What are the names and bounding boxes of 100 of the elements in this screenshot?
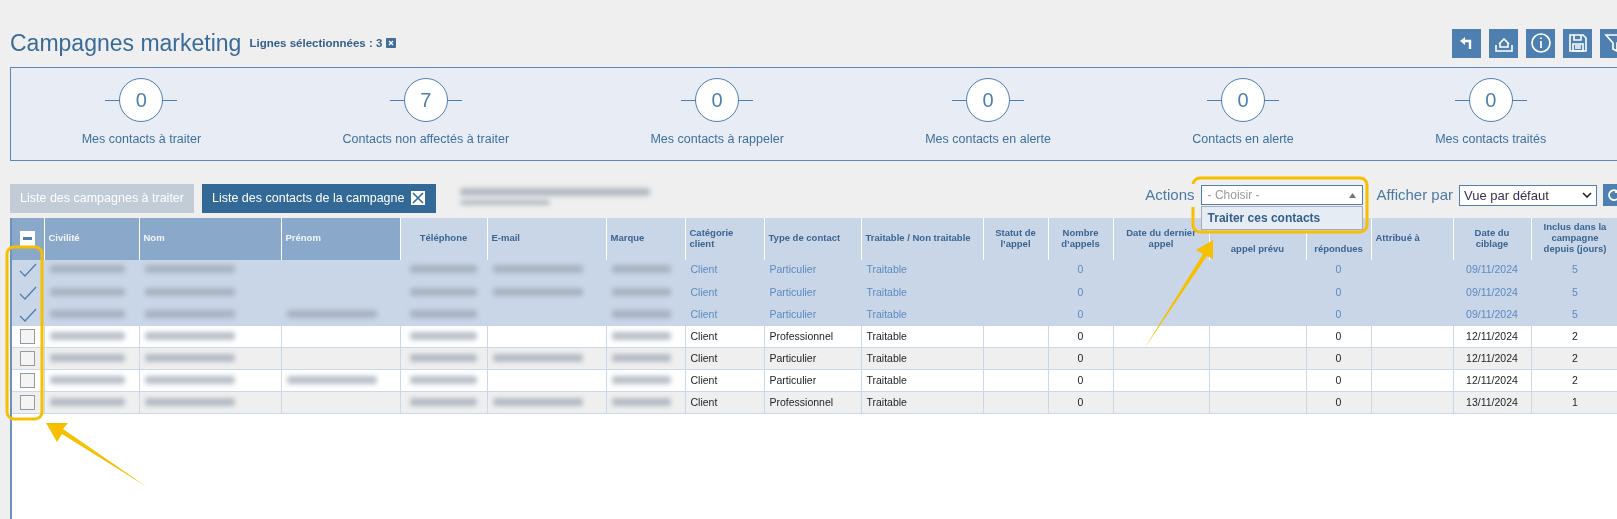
selection-count: Lignes sélectionnées : 3 bbox=[249, 35, 383, 51]
row-checkbox[interactable] bbox=[20, 373, 36, 388]
table-cell: Traitable bbox=[866, 395, 907, 408]
table-cell: Client bbox=[690, 351, 718, 364]
table-cell: Professionnel bbox=[769, 395, 834, 408]
view-select[interactable]: Vue par défaut bbox=[1459, 184, 1597, 206]
counter-badge: 0 bbox=[119, 78, 164, 123]
table-cell: 0 bbox=[1077, 307, 1084, 320]
table-cell: Client bbox=[690, 373, 718, 386]
table-cell: 0 bbox=[1335, 263, 1342, 276]
column-header: Type de contact bbox=[764, 217, 861, 260]
counter-badge: 7 bbox=[403, 78, 448, 123]
counter-badge: 0 bbox=[695, 78, 740, 123]
table-cell: 2 bbox=[1572, 351, 1578, 364]
column-header: Prénom bbox=[281, 217, 400, 260]
table-cell: Particulier bbox=[769, 373, 817, 386]
counter-label: Mes contacts à traiter bbox=[81, 131, 202, 149]
table-cell: Traitable bbox=[866, 285, 907, 298]
table-cell: 09/11/2024 bbox=[1466, 263, 1518, 276]
counter-badge: 0 bbox=[1221, 78, 1266, 123]
counter-label: Contacts non affectés à traiter bbox=[342, 131, 510, 149]
table-cell: 09/11/2024 bbox=[1466, 285, 1518, 298]
column-header: Attribué à bbox=[1371, 217, 1453, 260]
export-button[interactable] bbox=[1489, 28, 1518, 58]
table-cell: 0 bbox=[1335, 395, 1342, 408]
table-cell: Client bbox=[690, 395, 718, 408]
table-cell: Client bbox=[690, 307, 718, 320]
checkmark-icon[interactable] bbox=[18, 307, 37, 322]
dropdown-option[interactable]: Traiter ces contacts bbox=[1201, 207, 1362, 230]
table-cell: 12/11/2024 bbox=[1466, 329, 1518, 342]
table-cell: Client bbox=[690, 263, 718, 276]
chevron-icon bbox=[1582, 192, 1592, 199]
counter-badge: 0 bbox=[1468, 78, 1513, 123]
caret-icon bbox=[1348, 192, 1356, 198]
table-cell: 0 bbox=[1077, 395, 1084, 408]
save-icon bbox=[1567, 33, 1588, 54]
table-cell: 0 bbox=[1077, 263, 1084, 276]
info-icon bbox=[1529, 32, 1552, 55]
table-cell: 13/11/2024 bbox=[1466, 395, 1518, 408]
column-header: Catégorie client bbox=[685, 217, 764, 260]
column-header: Date du dernier appel bbox=[1113, 217, 1209, 260]
table-cell: 0 bbox=[1077, 373, 1084, 386]
page-title: Campagnes marketing bbox=[10, 29, 242, 58]
column-header: Traitable / Non traitable bbox=[861, 217, 983, 260]
table-cell: 0 bbox=[1077, 351, 1084, 364]
tab[interactable]: Liste des contacts de la campagne bbox=[202, 183, 437, 213]
table-cell: Traitable bbox=[866, 373, 907, 386]
column-header: Nombre d’appels bbox=[1048, 217, 1113, 260]
counter-label: Contacts en alerte bbox=[1192, 131, 1294, 149]
actions-dropdown[interactable]: - Choisir - bbox=[1200, 185, 1363, 206]
checkmark-icon[interactable] bbox=[18, 263, 37, 278]
counter-label: Mes contacts en alerte bbox=[925, 131, 1051, 149]
close-icon[interactable] bbox=[410, 190, 427, 206]
save-button[interactable] bbox=[1563, 28, 1592, 58]
row-checkbox[interactable] bbox=[20, 329, 36, 344]
column-header: Statut de l’appel bbox=[983, 217, 1048, 260]
checkmark-icon[interactable] bbox=[18, 285, 37, 300]
refresh-icon bbox=[1607, 188, 1617, 203]
column-header: Date du ciblage bbox=[1453, 217, 1531, 260]
table-cell: Professionnel bbox=[769, 329, 834, 342]
table-cell: Traitable bbox=[866, 263, 907, 276]
table-cell: 5 bbox=[1572, 263, 1578, 276]
table-cell: 0 bbox=[1077, 329, 1084, 342]
table-cell: 0 bbox=[1335, 307, 1342, 320]
table-cell: 0 bbox=[1077, 285, 1084, 298]
table-cell: 5 bbox=[1572, 285, 1578, 298]
counter-label: Mes contacts traités bbox=[1435, 131, 1547, 149]
table-cell: 09/11/2024 bbox=[1466, 307, 1518, 320]
column-header: E-mail bbox=[487, 217, 606, 260]
table-cell: Particulier bbox=[769, 285, 817, 298]
table-cell: Client bbox=[690, 329, 718, 342]
column-header: Nom bbox=[139, 217, 281, 260]
table-cell: 12/11/2024 bbox=[1466, 351, 1518, 364]
clear-selection-icon[interactable] bbox=[386, 38, 397, 49]
table-cell: Traitable bbox=[866, 329, 907, 342]
table-cell: Traitable bbox=[866, 307, 907, 320]
actions-label: Actions bbox=[1145, 184, 1195, 207]
select-all-checkbox[interactable] bbox=[20, 231, 36, 246]
table-cell: 0 bbox=[1335, 373, 1342, 386]
table-cell: 0 bbox=[1335, 285, 1342, 298]
table-cell: 0 bbox=[1335, 329, 1342, 342]
table-cell: 0 bbox=[1335, 351, 1342, 364]
table-cell: 5 bbox=[1572, 307, 1578, 320]
column-header: Inclus dans la campagne depuis (jours) bbox=[1531, 217, 1617, 260]
table-cell: Client bbox=[690, 285, 718, 298]
row-checkbox[interactable] bbox=[20, 395, 36, 410]
info-button[interactable] bbox=[1526, 28, 1555, 58]
counter-badge: 0 bbox=[966, 78, 1011, 123]
row-checkbox[interactable] bbox=[20, 351, 36, 366]
table-cell: Particulier bbox=[769, 263, 817, 276]
table-cell: Traitable bbox=[866, 351, 907, 364]
column-header: Marque bbox=[606, 217, 685, 260]
column-header: Civilité bbox=[44, 217, 139, 260]
counter-label: Mes contacts à rappeler bbox=[650, 131, 784, 149]
table-cell: 2 bbox=[1572, 373, 1578, 386]
table-cell: 2 bbox=[1572, 329, 1578, 342]
column-header: Téléphone bbox=[400, 217, 487, 260]
table-cell: 12/11/2024 bbox=[1466, 373, 1518, 386]
table-cell: 1 bbox=[1572, 395, 1578, 408]
back-button[interactable] bbox=[1452, 28, 1481, 58]
